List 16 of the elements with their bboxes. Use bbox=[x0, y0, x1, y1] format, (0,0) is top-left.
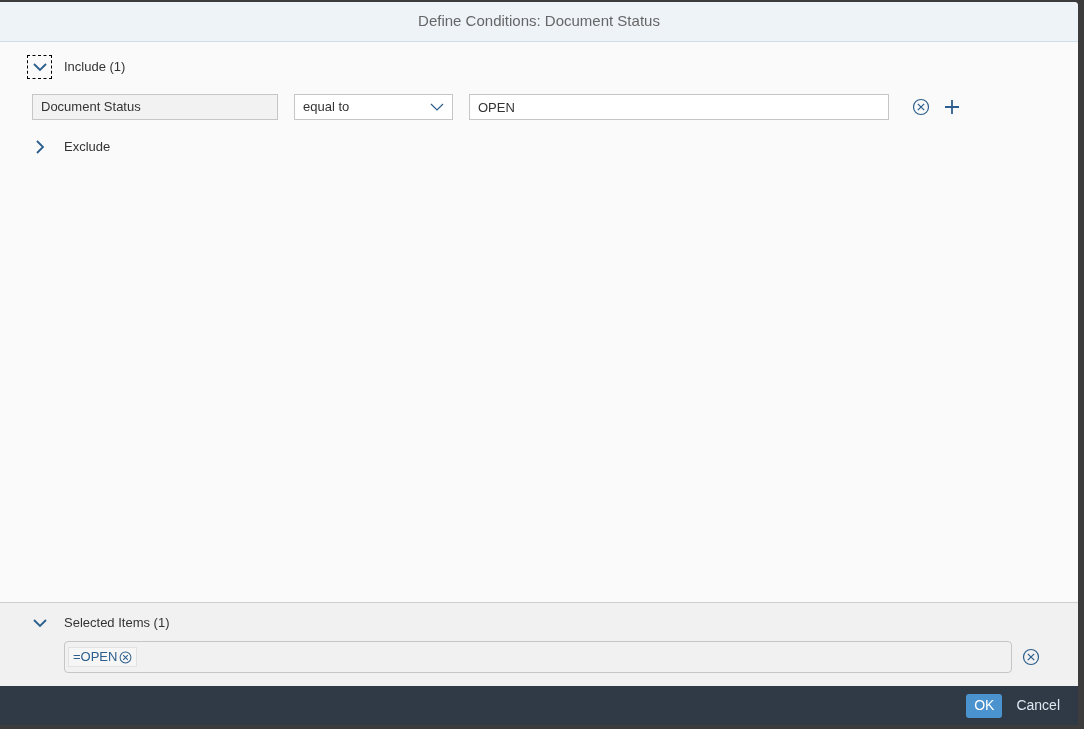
clear-icon[interactable] bbox=[1022, 648, 1040, 666]
caret-icon bbox=[430, 102, 444, 112]
chevron-icon[interactable] bbox=[27, 55, 52, 79]
section-label: Include (1) bbox=[64, 58, 126, 77]
remove-icon[interactable] bbox=[912, 98, 930, 116]
add-icon[interactable] bbox=[944, 99, 960, 115]
section-label: Exclude bbox=[64, 138, 111, 157]
operator-dropdown[interactable]: equal to bbox=[294, 94, 453, 120]
value-field[interactable]: OPEN bbox=[469, 94, 889, 120]
dialog-title: Define Conditions: Document Status bbox=[418, 11, 660, 32]
section-label: Selected Items (1) bbox=[64, 614, 170, 633]
tokens-field[interactable]: =OPEN bbox=[64, 641, 1012, 673]
token[interactable]: =OPEN bbox=[68, 647, 138, 667]
remove-icon[interactable] bbox=[119, 650, 133, 664]
cancel-button[interactable]: Cancel bbox=[1008, 693, 1068, 718]
field-name: Document Status bbox=[32, 94, 278, 120]
